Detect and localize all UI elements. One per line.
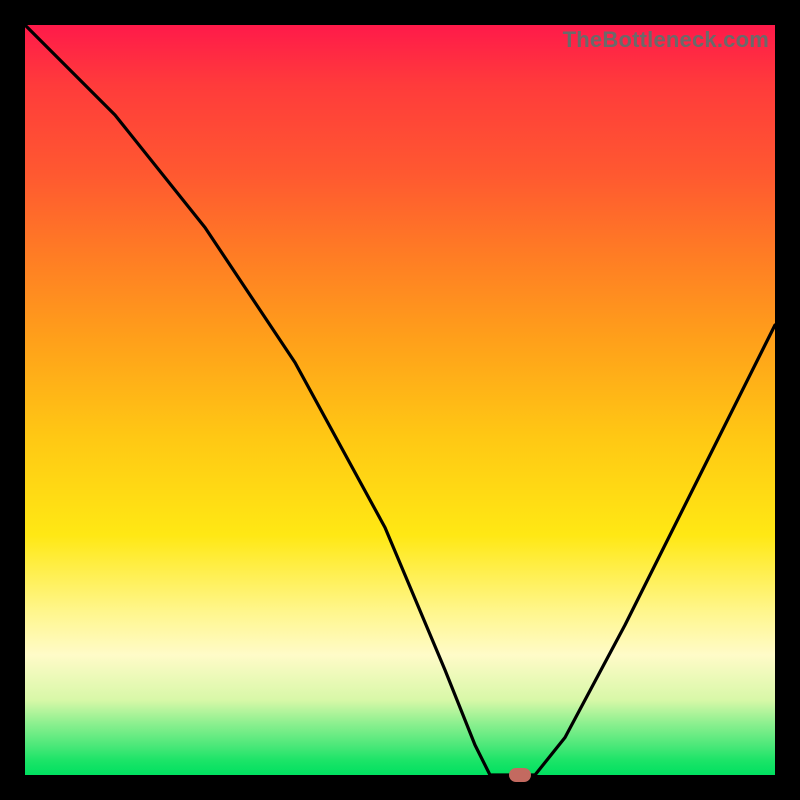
bottleneck-curve (25, 25, 775, 775)
chart-frame: TheBottleneck.com (0, 0, 800, 800)
curve-path (25, 25, 775, 775)
chart-plot-area: TheBottleneck.com (25, 25, 775, 775)
watermark-text: TheBottleneck.com (563, 27, 769, 53)
optimal-point-marker (509, 768, 531, 782)
